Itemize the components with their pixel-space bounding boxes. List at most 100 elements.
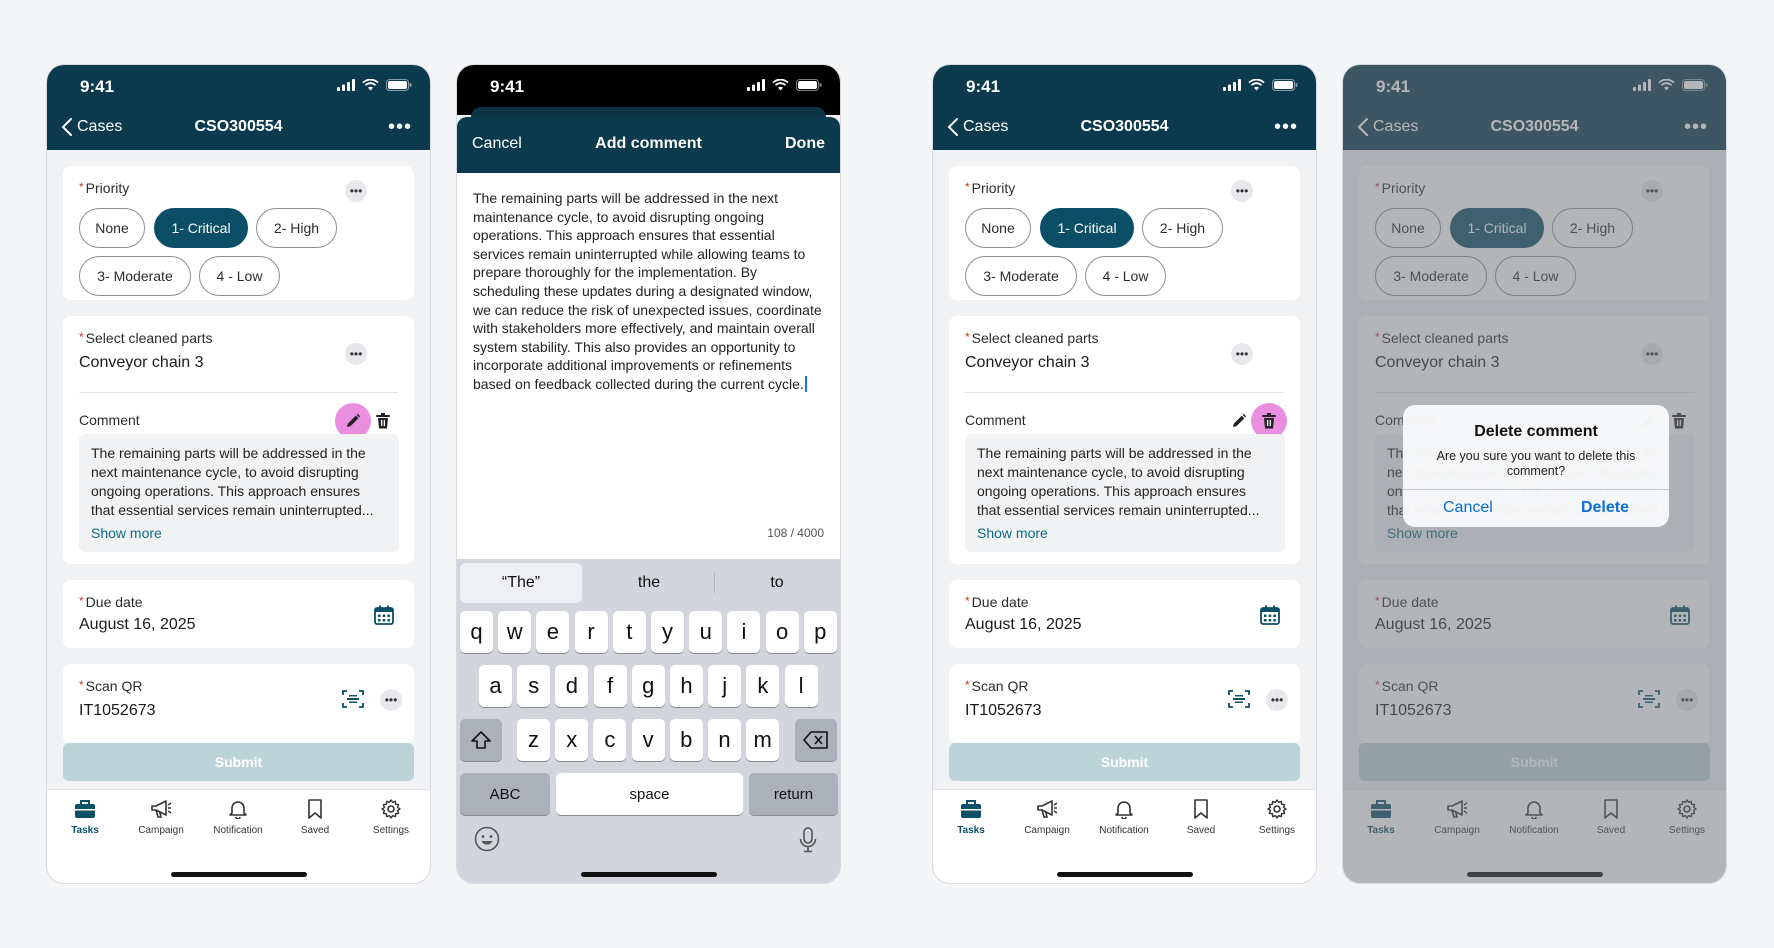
key-t[interactable]: t (612, 611, 646, 653)
key-d[interactable]: d (555, 665, 589, 707)
back-button[interactable]: Cases (61, 118, 122, 136)
tab-settings[interactable]: Settings (1239, 798, 1315, 836)
priority-chip-0[interactable]: None (79, 208, 145, 248)
more-options-button[interactable]: ••• (1274, 116, 1298, 139)
dialog-divider (1403, 489, 1669, 490)
key-i[interactable]: i (727, 611, 761, 653)
tab-campaign[interactable]: Campaign (123, 798, 199, 836)
scan-qr-more-button[interactable]: ••• (380, 689, 402, 711)
suggestion-1[interactable]: the (589, 563, 709, 603)
tab-campaign[interactable]: Campaign (1009, 798, 1085, 836)
scan-qr-value[interactable]: IT1052673 (965, 702, 1042, 716)
parts-comment-card: *Select cleaned parts Conveyor chain 3 •••… (63, 316, 414, 564)
key-e[interactable]: e (536, 611, 570, 653)
key-p[interactable]: p (803, 611, 837, 653)
microphone-icon[interactable] (797, 825, 819, 855)
key-n[interactable]: n (708, 719, 741, 761)
priority-chip-2[interactable]: 2- High (256, 208, 337, 248)
nav-bar: CSO300554Cases••• (47, 109, 430, 145)
key-o[interactable]: o (765, 611, 799, 653)
character-counter: 108 / 4000 (767, 526, 824, 541)
key-q[interactable]: q (460, 611, 493, 653)
priority-chip-4[interactable]: 4 - Low (199, 256, 280, 296)
key-z[interactable]: z (517, 719, 550, 761)
tab-saved[interactable]: Saved (1163, 798, 1239, 836)
scan-qr-value[interactable]: IT1052673 (79, 702, 156, 716)
priority-chip-4[interactable]: 4 - Low (1085, 256, 1166, 296)
priority-chip-0[interactable]: None (965, 208, 1031, 248)
submit-button[interactable]: Submit (63, 743, 414, 781)
due-date-value[interactable]: August 16, 2025 (965, 616, 1082, 634)
due-date-label: *Due date (79, 594, 143, 610)
cancel-button[interactable]: Cancel (472, 135, 522, 153)
key-h[interactable]: h (670, 665, 703, 707)
key-l[interactable]: l (784, 665, 818, 707)
qr-scan-icon[interactable] (1227, 688, 1251, 710)
shift-key[interactable] (460, 719, 502, 761)
scan-qr-more-button[interactable]: ••• (1266, 689, 1288, 711)
status-icons (337, 78, 412, 96)
cellular-signal-icon (747, 78, 765, 96)
suggestion-0[interactable]: “The” (460, 563, 582, 603)
key-m[interactable]: m (746, 719, 780, 761)
key-c[interactable]: c (593, 719, 627, 761)
key-v[interactable]: v (631, 719, 665, 761)
key-x[interactable]: x (555, 719, 589, 761)
key-b[interactable]: b (669, 719, 703, 761)
parts-more-button[interactable]: ••• (1231, 343, 1253, 365)
done-button[interactable]: Done (785, 135, 825, 153)
priority-chip-3[interactable]: 3- Moderate (965, 256, 1077, 296)
priority-chip-1[interactable]: 1- Critical (1040, 208, 1134, 248)
tab-tasks[interactable]: Tasks (933, 798, 1009, 836)
key-r[interactable]: r (574, 611, 608, 653)
parts-value[interactable]: Conveyor chain 3 (79, 354, 204, 372)
key-a[interactable]: a (479, 665, 512, 707)
key-s[interactable]: s (517, 665, 551, 707)
key-g[interactable]: g (631, 665, 665, 707)
space-key[interactable]: space (556, 773, 743, 815)
back-button[interactable]: Cases (947, 118, 1008, 136)
priority-more-button[interactable]: ••• (1231, 180, 1253, 202)
key-f[interactable]: f (593, 665, 627, 707)
abc-key[interactable]: ABC (460, 773, 550, 815)
submit-button[interactable]: Submit (949, 743, 1300, 781)
tab-notification[interactable]: Notification (200, 798, 276, 836)
delete-comment-button[interactable] (369, 407, 397, 435)
calendar-icon[interactable] (1259, 604, 1281, 626)
edit-comment-button[interactable] (1225, 407, 1253, 435)
more-options-button[interactable]: ••• (388, 116, 412, 139)
key-k[interactable]: k (746, 665, 780, 707)
suggestion-2[interactable]: to (716, 563, 838, 603)
parts-more-button[interactable]: ••• (345, 343, 367, 365)
comment-preview-box[interactable]: The remaining parts will be addressed in… (965, 434, 1285, 552)
qr-scan-icon[interactable] (341, 688, 365, 710)
priority-label: *Priority (79, 180, 129, 196)
key-w[interactable]: w (498, 611, 532, 653)
dialog-cancel-button[interactable]: Cancel (1443, 499, 1493, 517)
show-more-link[interactable]: Show more (977, 524, 1273, 543)
status-bar: 9:41 (47, 65, 430, 109)
calendar-icon[interactable] (373, 604, 395, 626)
return-key[interactable]: return (749, 773, 838, 815)
priority-chip-2[interactable]: 2- High (1142, 208, 1223, 248)
emoji-icon[interactable] (473, 825, 501, 853)
key-y[interactable]: y (651, 611, 684, 653)
comment-preview-box[interactable]: The remaining parts will be addressed in… (79, 434, 399, 552)
tab-notification[interactable]: Notification (1086, 798, 1162, 836)
priority-chip-3[interactable]: 3- Moderate (79, 256, 191, 296)
parts-value[interactable]: Conveyor chain 3 (965, 354, 1090, 372)
due-date-value[interactable]: August 16, 2025 (79, 616, 196, 634)
priority-more-button[interactable]: ••• (345, 180, 367, 202)
key-j[interactable]: j (708, 665, 742, 707)
show-more-link[interactable]: Show more (91, 524, 387, 543)
key-u[interactable]: u (689, 611, 723, 653)
tab-saved[interactable]: Saved (277, 798, 353, 836)
backspace-key[interactable] (795, 719, 837, 761)
status-icons (747, 78, 822, 96)
comment-text-area[interactable]: The remaining parts will be addressed in… (457, 173, 840, 559)
priority-chip-1[interactable]: 1- Critical (154, 208, 248, 248)
tab-settings[interactable]: Settings (353, 798, 429, 836)
dialog-delete-button[interactable]: Delete (1581, 499, 1629, 517)
parts-label: *Select cleaned parts (79, 330, 213, 346)
tab-tasks[interactable]: Tasks (47, 798, 123, 836)
